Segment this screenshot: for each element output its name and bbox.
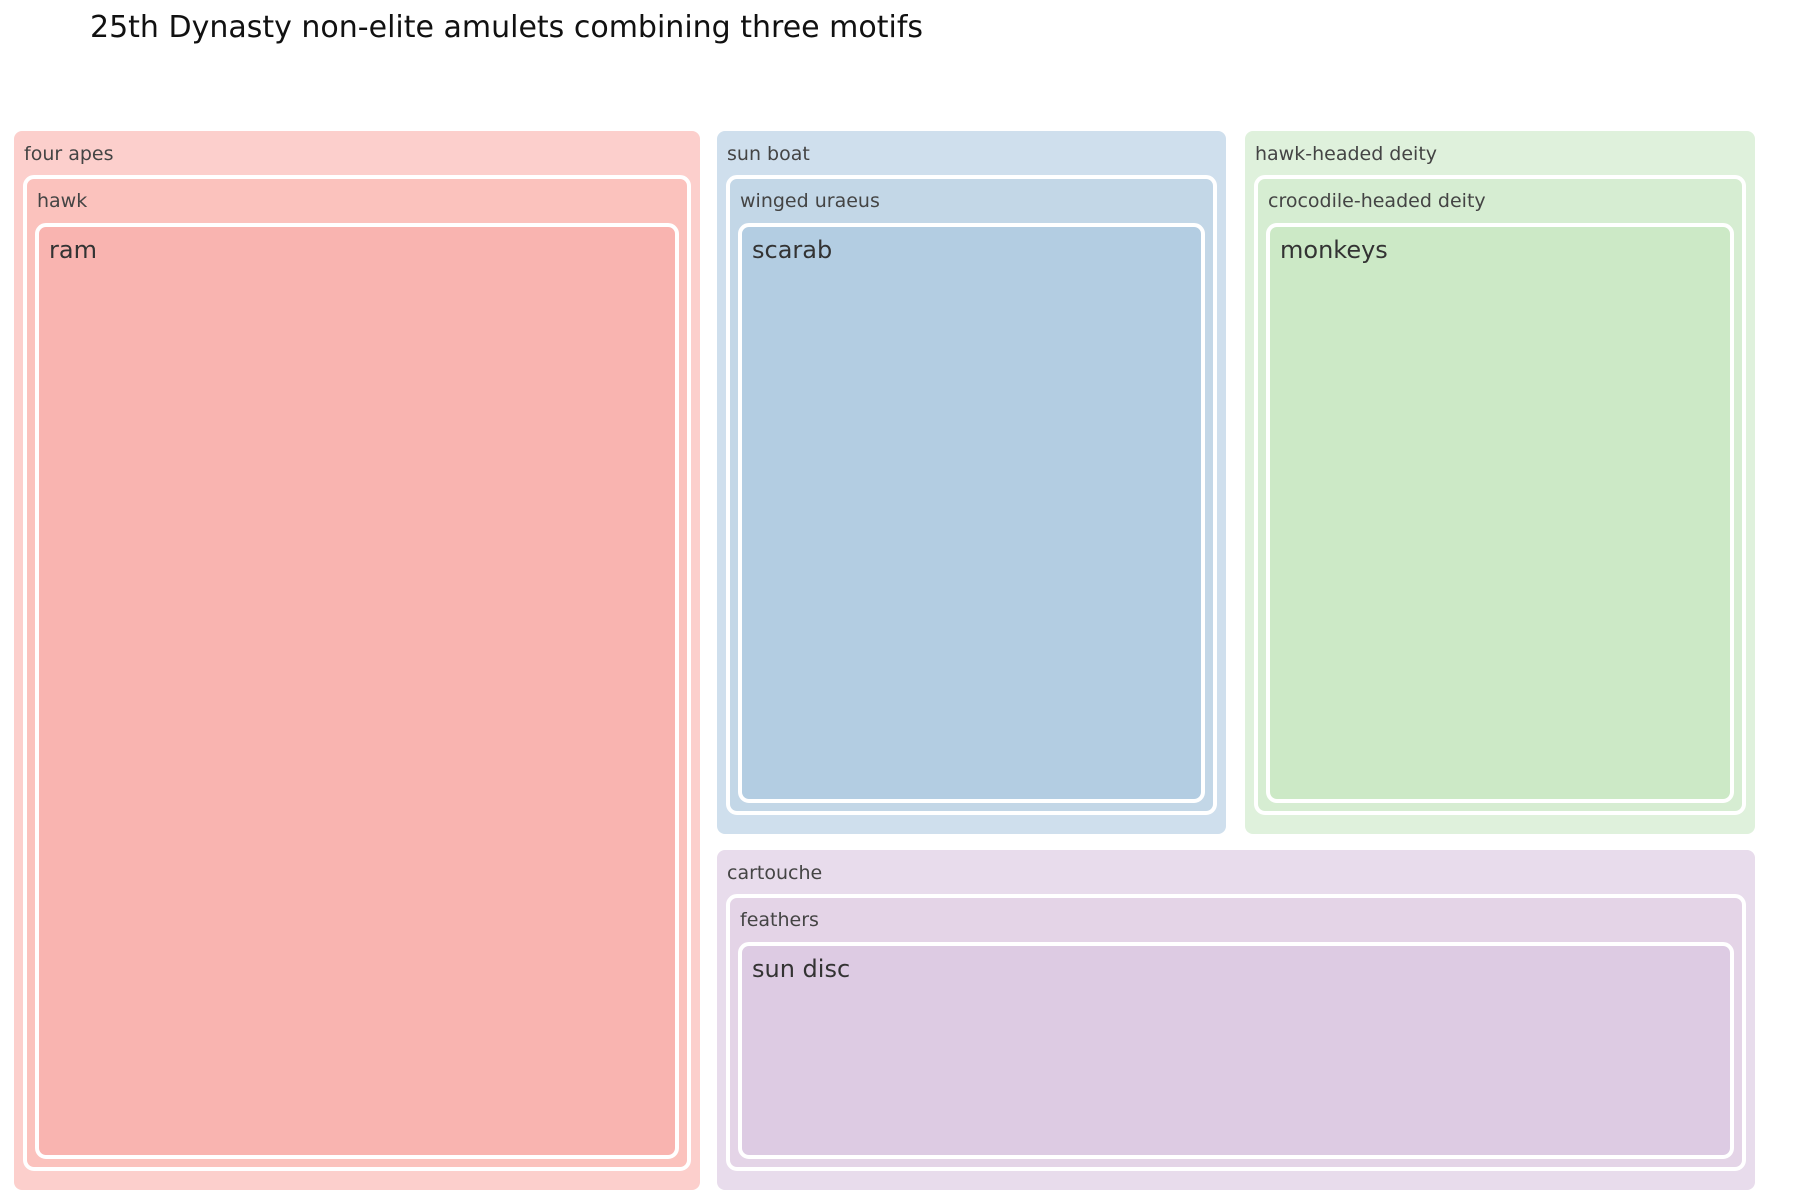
leaf-scarab[interactable] (738, 223, 1205, 803)
leaf-sun-disc[interactable] (738, 942, 1734, 1159)
leaf-label-scarab: scarab (752, 236, 832, 264)
leaf-label-monkeys: monkeys (1280, 236, 1388, 264)
subgroup-label-crocodile-headed-deity: crocodile-headed deity (1268, 190, 1486, 212)
treemap-chart: four apes hawk ram sun boat winged uraeus sca… (14, 131, 1755, 1190)
leaf-ram[interactable] (35, 223, 679, 1159)
subgroup-label-winged-uraeus: winged uraeus (740, 190, 880, 212)
subgroup-label-feathers: feathers (740, 909, 819, 931)
leaf-monkeys[interactable] (1266, 223, 1734, 803)
subgroup-label-hawk: hawk (37, 190, 87, 212)
leaf-label-ram: ram (49, 236, 97, 264)
group-label-hawk-headed-deity: hawk-headed deity (1255, 143, 1437, 165)
leaf-label-sun-disc: sun disc (752, 955, 850, 983)
group-label-cartouche: cartouche (727, 862, 822, 884)
group-label-sun-boat: sun boat (727, 143, 810, 165)
group-label-four-apes: four apes (24, 143, 114, 165)
